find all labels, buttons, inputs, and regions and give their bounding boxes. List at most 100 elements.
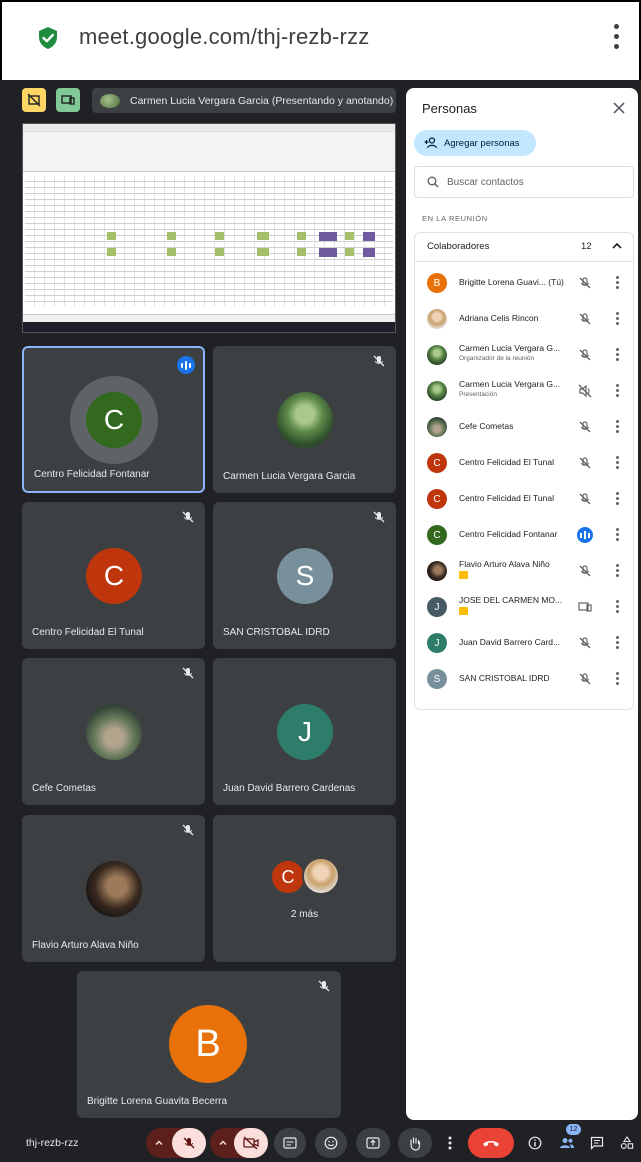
more-options-icon[interactable] xyxy=(614,456,620,470)
browser-menu-icon[interactable] xyxy=(608,24,624,52)
activities-button[interactable] xyxy=(617,1128,637,1158)
mic-off-icon xyxy=(373,355,385,367)
participant-row[interactable]: Carmen Lucia Vergara G... Organizador de… xyxy=(415,337,633,373)
avatar: C xyxy=(427,525,447,545)
more-options-button[interactable] xyxy=(440,1128,460,1158)
meeting-details-button[interactable] xyxy=(525,1128,545,1158)
participant-row[interactable]: B Brigitte Lorena Guavi... (Tú) xyxy=(415,265,633,301)
search-contacts-input[interactable]: Buscar contactos xyxy=(414,166,634,198)
meet-screen: meet.google.com/thj-rezb-rzz Carmen Luci… xyxy=(0,0,641,1162)
participant-tile[interactable]: S SAN CRISTOBAL IDRD xyxy=(213,502,396,649)
captions-button[interactable] xyxy=(274,1128,306,1158)
participant-tile[interactable]: J Juan David Barrero Cardenas xyxy=(213,658,396,805)
participant-row-name: Carmen Lucia Vergara G... xyxy=(459,343,561,353)
add-person-icon xyxy=(424,137,438,149)
search-icon xyxy=(427,176,439,188)
participant-tile[interactable]: Cefe Cometas xyxy=(22,658,205,805)
self-tile[interactable]: B Brigitte Lorena Guavita Becerra xyxy=(77,971,341,1118)
mic-off-icon xyxy=(579,673,591,685)
presenter-banner[interactable]: Carmen Lucia Vergara Garcia (Presentando… xyxy=(92,88,396,113)
participant-row[interactable]: C Centro Felicidad El Tunal xyxy=(415,481,633,517)
presenter-avatar xyxy=(100,93,120,108)
chevron-up-icon xyxy=(219,1140,227,1146)
add-people-label: Agregar personas xyxy=(444,137,520,149)
mic-off-icon xyxy=(579,493,591,505)
participant-row[interactable]: S SAN CRISTOBAL IDRD xyxy=(415,661,633,697)
shared-screen[interactable] xyxy=(22,123,396,333)
participant-row-role: Presentación xyxy=(459,391,497,398)
meeting-control-bar: thj-rezb-rzz xyxy=(0,1126,641,1162)
raise-hand-button[interactable] xyxy=(398,1128,432,1158)
participant-tile[interactable]: C Centro Felicidad El Tunal xyxy=(22,502,205,649)
participant-name: Flavio Arturo Alava Niño xyxy=(32,940,139,951)
present-button[interactable] xyxy=(356,1128,390,1158)
more-options-icon[interactable] xyxy=(614,276,620,290)
participant-row[interactable]: Flavio Arturo Alava Niño xyxy=(415,553,633,589)
participant-name: Brigitte Lorena Guavita Becerra xyxy=(87,1096,228,1107)
more-options-icon[interactable] xyxy=(614,564,620,578)
participant-row[interactable]: C Centro Felicidad Fontanar xyxy=(415,517,633,553)
participant-tile[interactable]: Carmen Lucia Vergara Garcia xyxy=(213,346,396,493)
participant-row-name: JOSE DEL CARMEN MO... xyxy=(459,595,563,605)
participant-row[interactable]: Adriana Celis Rincon xyxy=(415,301,633,337)
people-icon xyxy=(560,1138,574,1148)
chevron-up-icon[interactable] xyxy=(611,240,623,252)
participant-row[interactable]: J Juan David Barrero Card... xyxy=(415,625,633,661)
mic-toggle-button[interactable] xyxy=(172,1128,206,1158)
more-options-icon[interactable] xyxy=(614,672,620,686)
participant-row-name: Flavio Arturo Alava Niño xyxy=(459,559,550,569)
group-count: 12 xyxy=(581,241,592,252)
participant-tile[interactable]: Flavio Arturo Alava Niño xyxy=(22,815,205,962)
no-recording-indicator-icon[interactable] xyxy=(22,88,46,112)
more-options-icon[interactable] xyxy=(614,636,620,650)
present-screen-icon xyxy=(366,1137,380,1149)
more-options-icon[interactable] xyxy=(614,348,620,362)
collaborators-group: Colaboradores 12 B Brigitte Lorena Guavi… xyxy=(414,232,634,710)
participant-name: Centro Felicidad El Tunal xyxy=(32,627,144,638)
mic-off-icon xyxy=(318,980,330,992)
hang-up-icon xyxy=(483,1141,499,1147)
more-options-icon[interactable] xyxy=(614,384,620,398)
avatar: B xyxy=(427,273,447,293)
more-options-icon[interactable] xyxy=(614,528,620,542)
reactions-button[interactable] xyxy=(315,1128,347,1158)
more-options-icon[interactable] xyxy=(614,492,620,506)
participant-row[interactable]: Carmen Lucia Vergara G... Presentación xyxy=(415,373,633,409)
camera-toggle-button[interactable] xyxy=(234,1128,268,1158)
participant-row-name: Cefe Cometas xyxy=(459,421,514,431)
avatar: B xyxy=(169,1005,247,1083)
mic-off-icon xyxy=(579,637,591,649)
avatar: J xyxy=(277,704,333,760)
chat-button[interactable] xyxy=(587,1128,607,1158)
speaking-icon xyxy=(577,527,593,543)
more-participants-label: 2 más xyxy=(290,909,319,920)
avatar-photo xyxy=(427,417,447,437)
chat-icon xyxy=(590,1136,604,1150)
avatar-photo xyxy=(277,392,333,448)
leave-call-button[interactable] xyxy=(468,1128,514,1158)
participant-row-name: Brigitte Lorena Guavi... (Tú) xyxy=(459,277,564,287)
more-options-icon[interactable] xyxy=(614,420,620,434)
people-panel: Personas Agregar personas Buscar contact… xyxy=(406,88,638,1120)
search-placeholder: Buscar contactos xyxy=(447,176,524,188)
more-options-icon[interactable] xyxy=(614,600,620,614)
participant-row[interactable]: C Centro Felicidad El Tunal xyxy=(415,445,633,481)
avatar: J xyxy=(427,597,447,617)
emoji-icon xyxy=(324,1136,338,1150)
presentation-indicator-icon[interactable] xyxy=(56,88,80,112)
participant-tile[interactable]: C Centro Felicidad Fontanar xyxy=(22,346,205,493)
mic-off-icon xyxy=(182,511,194,523)
close-icon[interactable] xyxy=(612,101,626,115)
avatar: J xyxy=(427,633,447,653)
participant-row[interactable]: Cefe Cometas xyxy=(415,409,633,445)
add-people-button[interactable]: Agregar personas xyxy=(414,130,536,156)
participant-row[interactable]: J JOSE DEL CARMEN MO... xyxy=(415,589,633,625)
more-participants-tile[interactable]: C 2 más xyxy=(213,815,396,962)
more-options-icon[interactable] xyxy=(614,312,620,326)
avatar-photo xyxy=(86,861,142,917)
url-text[interactable]: meet.google.com/thj-rezb-rzz xyxy=(79,24,369,50)
avatar: C xyxy=(86,392,142,448)
browser-url-bar[interactable]: meet.google.com/thj-rezb-rzz xyxy=(0,0,641,80)
chevron-up-icon xyxy=(155,1140,163,1146)
mic-off-icon xyxy=(579,421,591,433)
